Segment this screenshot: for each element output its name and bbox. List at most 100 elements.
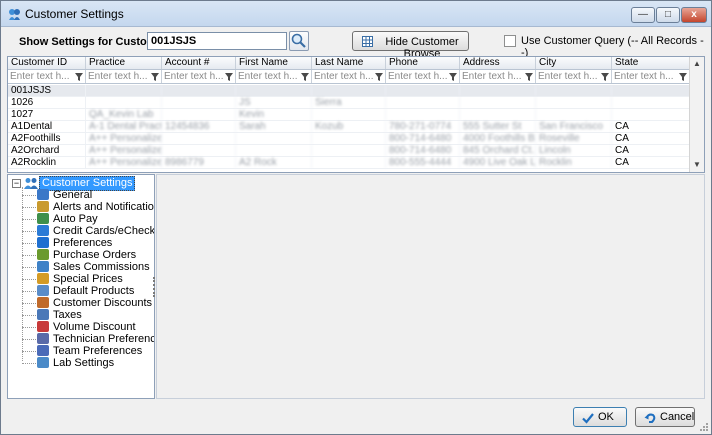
grid-icon (362, 36, 373, 47)
table-cell: 800-714-6480 (386, 133, 460, 144)
table-cell: Rocklin (536, 157, 612, 168)
tree-connector-line (22, 327, 36, 328)
column-filter-input[interactable]: Enter text h... (460, 70, 536, 83)
tree-item-label: Sales Commissions (53, 261, 150, 273)
table-cell: A-1 Dental Practice (86, 121, 162, 132)
tree-item-label: Customer Discounts (53, 297, 153, 309)
column-header[interactable]: Account # (162, 57, 236, 69)
table-row[interactable]: A2FoothillsA++ Personalize... 800-714-648… (8, 133, 690, 145)
tree-item-label: Special Prices (53, 273, 123, 285)
table-cell (86, 85, 162, 96)
setting-category-icon (37, 213, 49, 224)
column-filter-input[interactable]: Enter text h... (8, 70, 86, 83)
scroll-down-icon[interactable]: ▼ (693, 160, 701, 169)
filter-icon[interactable] (525, 73, 533, 81)
filter-icon[interactable] (449, 73, 457, 81)
filter-placeholder: Enter text h... (238, 71, 298, 82)
collapse-icon[interactable]: − (12, 179, 21, 188)
column-filter-input[interactable]: Enter text h... (386, 70, 460, 83)
column-filter-input[interactable]: Enter text h... (536, 70, 612, 83)
table-row[interactable]: 1027 QA_Kevin Lab Kevin (8, 109, 690, 121)
setting-category-icon (37, 345, 49, 356)
table-cell: 8986779 (162, 157, 236, 168)
column-header[interactable]: Last Name (312, 57, 386, 69)
splitter-handle[interactable] (153, 277, 155, 297)
check-icon (582, 413, 594, 424)
table-row[interactable]: 001JSJS (8, 85, 690, 97)
tree-connector-line (22, 207, 36, 208)
tree-item-label: Credit Cards/eChecks (53, 225, 155, 237)
filter-icon[interactable] (151, 73, 159, 81)
column-filter-input[interactable]: Enter text h... (612, 70, 690, 83)
column-header[interactable]: State (612, 57, 690, 69)
app-icon (9, 9, 20, 20)
table-cell: 1026 (8, 97, 86, 108)
cancel-button[interactable]: Cancel (635, 407, 695, 427)
table-cell: QA_Kevin Lab (86, 109, 162, 120)
customer-search-button[interactable] (289, 31, 309, 51)
column-filter-input[interactable]: Enter text h... (86, 70, 162, 83)
title-bar[interactable]: Customer Settings — □ x (1, 1, 711, 27)
table-row[interactable]: A2OrchardA++ Personalize... 800-714-64808… (8, 145, 690, 157)
minimize-button[interactable]: — (631, 7, 655, 23)
tree-item-label: Preferences (53, 237, 113, 249)
table-cell (162, 85, 236, 96)
table-cell (162, 133, 236, 144)
close-button[interactable]: x (681, 7, 707, 23)
table-cell (312, 109, 386, 120)
filter-icon[interactable] (601, 73, 609, 81)
table-cell: Sierra (312, 97, 386, 108)
customer-settings-window: Customer Settings — □ x Show Settings fo… (0, 0, 712, 435)
column-header[interactable]: Customer ID (8, 57, 86, 69)
hide-customer-browse-button[interactable]: Hide Customer Browse (352, 31, 469, 60)
ok-label: OK (598, 411, 614, 423)
column-header[interactable]: City (536, 57, 612, 69)
filter-icon[interactable] (75, 73, 83, 81)
tree-connector-line (22, 267, 36, 268)
filter-icon[interactable] (301, 73, 309, 81)
setting-category-icon (37, 285, 49, 296)
filter-placeholder: Enter text h... (538, 71, 598, 82)
table-cell: Roseville (536, 133, 612, 144)
use-customer-query-checkbox[interactable] (504, 35, 516, 47)
table-cell: 800-714-6480 (386, 145, 460, 156)
table-cell: Kevin (236, 109, 312, 120)
column-filter-input[interactable]: Enter text h... (312, 70, 386, 83)
table-cell (162, 97, 236, 108)
ok-button[interactable]: OK (573, 407, 627, 427)
filter-icon[interactable] (225, 73, 233, 81)
table-cell: Kozub (312, 121, 386, 132)
column-header[interactable]: Phone (386, 57, 460, 69)
column-header[interactable]: First Name (236, 57, 312, 69)
tree-connector (22, 187, 23, 361)
table-cell (386, 97, 460, 108)
table-cell (460, 97, 536, 108)
table-cell (312, 133, 386, 144)
table-cell: CA (612, 157, 690, 168)
maximize-button[interactable]: □ (656, 7, 680, 23)
customer-input[interactable] (147, 32, 287, 50)
column-header[interactable]: Address (460, 57, 536, 69)
table-cell (386, 109, 460, 120)
table-row[interactable]: A1DentalA-1 Dental Practice12454836Sarah… (8, 121, 690, 133)
tree-item-label: Taxes (53, 309, 82, 321)
filter-placeholder: Enter text h... (314, 71, 374, 82)
column-header[interactable]: Practice (86, 57, 162, 69)
filter-icon[interactable] (375, 73, 383, 81)
setting-category-icon (37, 189, 49, 200)
resize-grip-icon[interactable] (699, 422, 709, 432)
grid-filter-row: Enter text h... Enter text h... Enter text… (8, 70, 690, 84)
table-row[interactable]: 1026 JS Sierra (8, 97, 690, 109)
table-cell (386, 85, 460, 96)
scroll-up-icon[interactable]: ▲ (693, 59, 701, 68)
tree-connector-line (22, 351, 36, 352)
column-filter-input[interactable]: Enter text h... (162, 70, 236, 83)
setting-category-icon (37, 261, 49, 272)
tree-item-label: Default Products (53, 285, 135, 297)
table-cell: A++ Personalize... (86, 133, 162, 144)
table-row[interactable]: A2RocklinA++ Personalize...8986779A2 Roc… (8, 157, 690, 169)
grid-vertical-scrollbar[interactable]: ▲ ▼ (689, 57, 704, 172)
filter-icon[interactable] (679, 73, 687, 81)
table-cell: 1027 (8, 109, 86, 120)
column-filter-input[interactable]: Enter text h... (236, 70, 312, 83)
